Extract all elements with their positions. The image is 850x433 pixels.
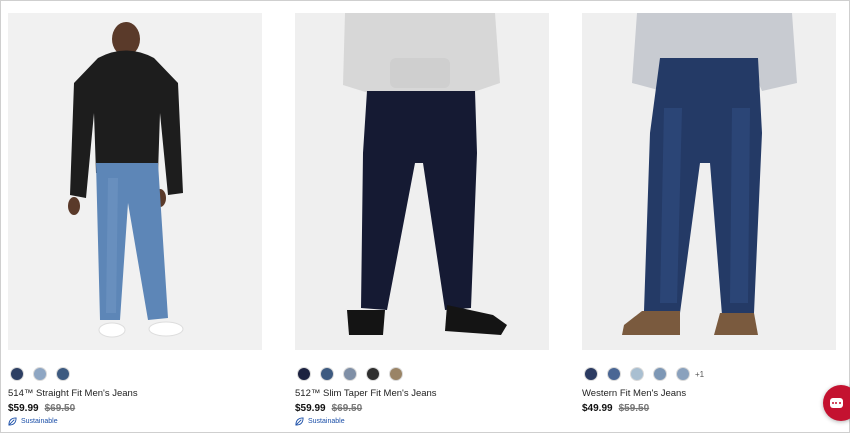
color-swatch[interactable] — [654, 368, 666, 380]
chat-bubble-icon — [829, 398, 843, 408]
chat-dot — [838, 402, 841, 404]
original-price: $59.50 — [618, 403, 650, 414]
product-name[interactable]: 514™ Straight Fit Men's Jeans — [8, 388, 262, 399]
price-row: $59.99 $69.50 — [8, 403, 262, 414]
product-image[interactable] — [582, 13, 836, 350]
sale-price: $49.99 — [582, 403, 613, 414]
sustainable-label: Sustainable — [308, 418, 345, 425]
product-image[interactable] — [8, 13, 262, 350]
model-photo-illustration — [582, 13, 836, 350]
color-swatch[interactable] — [34, 368, 46, 380]
color-swatch[interactable] — [321, 368, 333, 380]
product-name[interactable]: Western Fit Men's Jeans — [582, 388, 836, 399]
price-row: $49.99 $59.50 — [582, 403, 836, 414]
color-swatches — [8, 367, 262, 381]
leaf-icon — [8, 417, 17, 426]
chat-dot — [831, 402, 834, 404]
product-card[interactable]: 512™ Slim Taper Fit Men's Jeans $59.99 $… — [295, 13, 549, 426]
color-swatch[interactable] — [298, 368, 310, 380]
color-swatch[interactable] — [344, 368, 356, 380]
color-swatch[interactable] — [367, 368, 379, 380]
original-price: $69.50 — [331, 403, 363, 414]
product-name[interactable]: 512™ Slim Taper Fit Men's Jeans — [295, 388, 549, 399]
color-swatch[interactable] — [585, 368, 597, 380]
color-swatches: +1 — [582, 367, 836, 381]
sustainable-label: Sustainable — [21, 418, 58, 425]
product-card[interactable]: +1 Western Fit Men's Jeans $49.99 $59.50 — [582, 13, 836, 414]
sale-price: $59.99 — [295, 403, 326, 414]
color-swatch[interactable] — [677, 368, 689, 380]
color-swatch[interactable] — [631, 368, 643, 380]
price-row: $59.99 $69.50 — [295, 403, 549, 414]
color-swatches — [295, 367, 549, 381]
color-swatch[interactable] — [390, 368, 402, 380]
more-colors-count[interactable]: +1 — [695, 370, 704, 379]
product-image[interactable] — [295, 13, 549, 350]
model-photo-illustration — [295, 13, 549, 350]
sustainable-badge: Sustainable — [8, 417, 262, 426]
sale-price: $59.99 — [8, 403, 39, 414]
product-card[interactable]: 514™ Straight Fit Men's Jeans $59.99 $69… — [8, 13, 262, 426]
original-price: $69.50 — [44, 403, 76, 414]
model-photo-illustration — [8, 13, 262, 350]
color-swatch[interactable] — [57, 368, 69, 380]
chat-dot — [835, 402, 837, 404]
color-swatch[interactable] — [11, 368, 23, 380]
leaf-icon — [295, 417, 304, 426]
sustainable-badge: Sustainable — [295, 417, 549, 426]
color-swatch[interactable] — [608, 368, 620, 380]
